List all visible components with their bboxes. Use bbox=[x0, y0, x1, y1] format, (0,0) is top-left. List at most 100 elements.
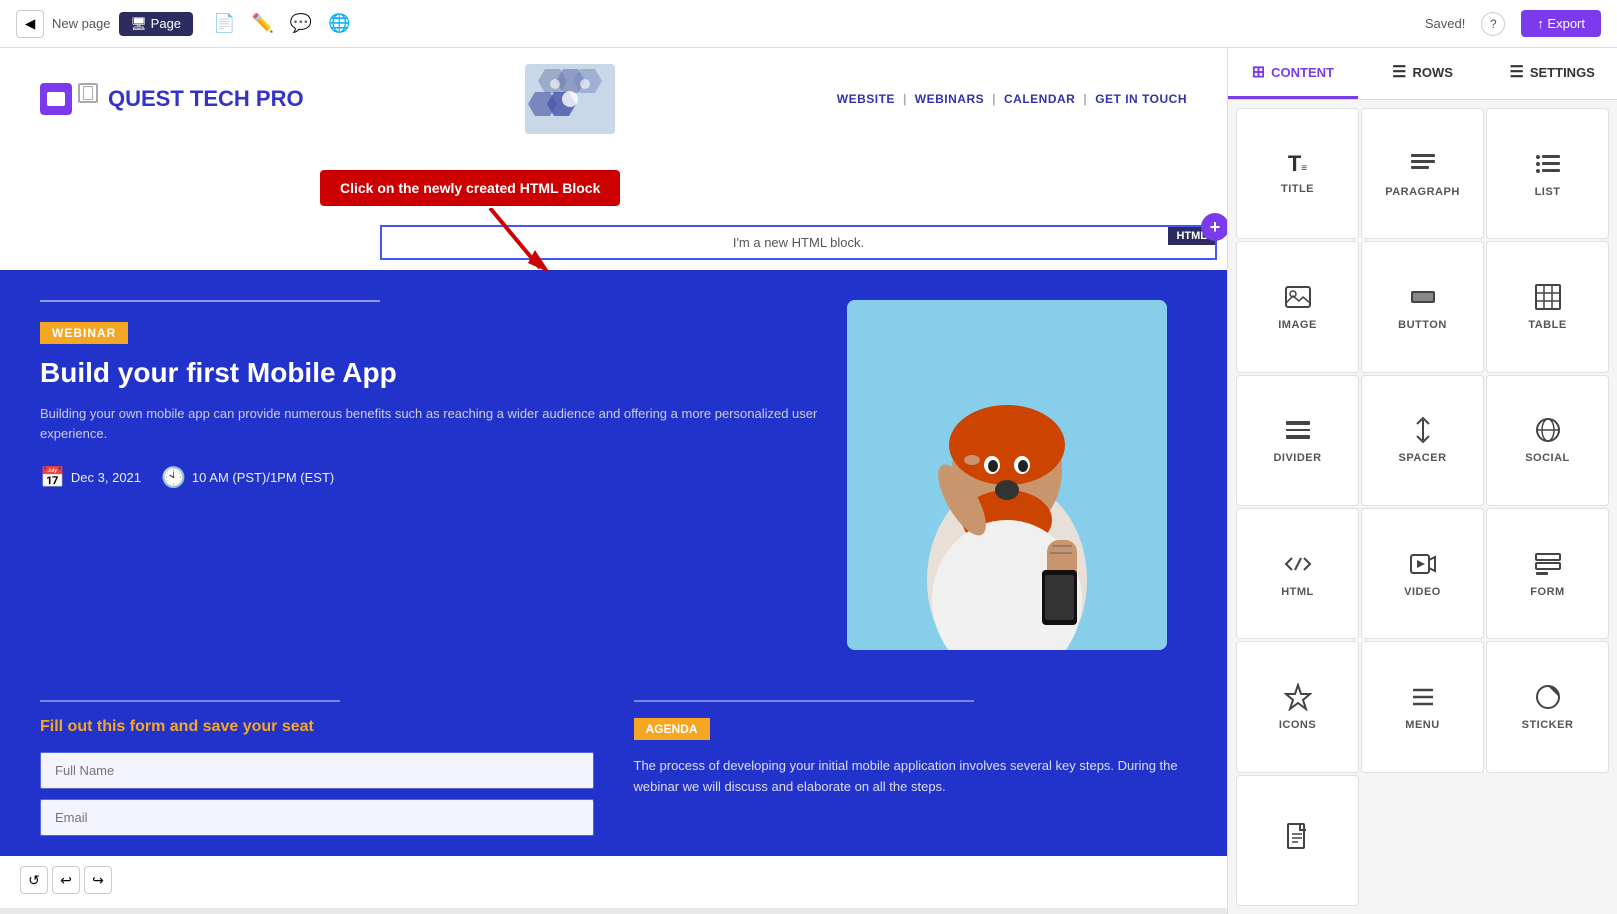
title-block-label: TITLE bbox=[1281, 183, 1314, 195]
tab-settings[interactable]: ☰ SETTINGS bbox=[1487, 48, 1617, 99]
sticker-block-label: STICKER bbox=[1522, 719, 1574, 731]
block-list[interactable]: LIST bbox=[1486, 108, 1609, 239]
block-page[interactable] bbox=[1236, 775, 1359, 906]
webinar-description: Building your own mobile app can provide… bbox=[40, 404, 827, 446]
toolbar-right: Saved! ? ↑ Export bbox=[1425, 10, 1601, 37]
chat-icon[interactable]: 💬 bbox=[290, 13, 312, 34]
image-block-icon bbox=[1284, 283, 1312, 311]
tab-rows[interactable]: ☰ ROWS bbox=[1358, 48, 1488, 99]
menu-block-label: MENU bbox=[1405, 719, 1439, 731]
block-button[interactable]: BUTTON bbox=[1361, 241, 1484, 372]
agenda-badge: AGENDA bbox=[634, 718, 710, 740]
nav-sep-1: | bbox=[903, 92, 907, 106]
agenda-text: The process of developing your initial m… bbox=[634, 756, 1188, 798]
block-icons[interactable]: ICONS bbox=[1236, 641, 1359, 772]
block-divider[interactable]: DIVIDER bbox=[1236, 375, 1359, 506]
page-name-label: New page bbox=[52, 16, 111, 31]
undo-button[interactable]: ↩ bbox=[52, 866, 80, 894]
nav-get-in-touch[interactable]: GET IN TOUCH bbox=[1095, 92, 1187, 106]
right-panel-tabs: ⊞ CONTENT ☰ ROWS ☰ SETTINGS bbox=[1228, 48, 1617, 100]
block-social[interactable]: SOCIAL bbox=[1486, 375, 1609, 506]
back-button[interactable]: ◀ bbox=[16, 10, 44, 38]
export-label: ↑ Export bbox=[1537, 16, 1585, 31]
nav-website[interactable]: WEBSITE bbox=[837, 92, 895, 106]
webinar-date: 📅 Dec 3, 2021 bbox=[40, 465, 141, 490]
tooltip-bubble: Click on the newly created HTML Block bbox=[320, 170, 620, 206]
webinar-time: 🕙 10 AM (PST)/1PM (EST) bbox=[161, 465, 334, 490]
page-block-icon bbox=[1284, 822, 1312, 850]
paragraph-block-label: PARAGRAPH bbox=[1385, 186, 1460, 198]
form-divider bbox=[40, 700, 340, 702]
rows-tab-label: ROWS bbox=[1412, 65, 1452, 80]
block-spacer[interactable]: SPACER bbox=[1361, 375, 1484, 506]
right-panel: ⊞ CONTENT ☰ ROWS ☰ SETTINGS T≡ TITLE bbox=[1227, 48, 1617, 914]
menu-block-icon bbox=[1409, 683, 1437, 711]
clock-icon: 🕙 bbox=[161, 465, 186, 490]
help-button[interactable]: ? bbox=[1481, 12, 1505, 36]
tab-content[interactable]: ⊞ CONTENT bbox=[1228, 48, 1358, 99]
block-table[interactable]: TABLE bbox=[1486, 241, 1609, 372]
preview-header: QUEST TECH PRO bbox=[0, 48, 1227, 150]
form-title: Fill out this form and save your seat bbox=[40, 718, 594, 736]
block-video[interactable]: VIDEO bbox=[1361, 508, 1484, 639]
rows-tab-icon: ☰ bbox=[1392, 62, 1406, 82]
webinar-title: Build your first Mobile App bbox=[40, 356, 827, 390]
image-block-label: IMAGE bbox=[1278, 319, 1317, 331]
form-section: Fill out this form and save your seat bbox=[40, 700, 594, 846]
form-block-icon bbox=[1534, 550, 1562, 578]
full-name-input[interactable] bbox=[40, 752, 594, 789]
nav-sep-3: | bbox=[1083, 92, 1087, 106]
person-image bbox=[847, 300, 1167, 650]
toolbar-icons: 📄 ✏️ 💬 🌐 bbox=[213, 13, 351, 34]
add-block-button[interactable]: + bbox=[1201, 213, 1227, 241]
social-block-label: SOCIAL bbox=[1525, 452, 1570, 464]
icons-block-label: ICONS bbox=[1279, 719, 1316, 731]
video-block-icon bbox=[1409, 550, 1437, 578]
globe-icon[interactable]: 🌐 bbox=[328, 13, 350, 34]
blocks-grid: T≡ TITLE PARAGRAPH bbox=[1228, 100, 1617, 914]
button-block-label: BUTTON bbox=[1398, 319, 1447, 331]
back-icon: ◀ bbox=[25, 16, 35, 32]
monitor-icon[interactable] bbox=[40, 83, 72, 115]
device-icons bbox=[40, 83, 98, 115]
block-image[interactable]: IMAGE bbox=[1236, 241, 1359, 372]
toolbar-left: ◀ New page 🖥 Page 📄 ✏️ 💬 🌐 bbox=[16, 10, 351, 38]
block-sticker[interactable]: STICKER bbox=[1486, 641, 1609, 772]
icons-block-icon bbox=[1284, 683, 1312, 711]
mobile-icon[interactable] bbox=[78, 83, 98, 103]
logo-area: QUEST TECH PRO bbox=[40, 83, 304, 115]
spacer-block-icon bbox=[1409, 416, 1437, 444]
export-button[interactable]: ↑ Export bbox=[1521, 10, 1601, 37]
saved-label: Saved! bbox=[1425, 16, 1465, 31]
redo-button[interactable]: ↪ bbox=[84, 866, 112, 894]
nav-webinars[interactable]: WEBINARS bbox=[915, 92, 984, 106]
brand-logo: QUEST TECH PRO bbox=[108, 86, 304, 112]
history-button[interactable]: ↺ bbox=[20, 866, 48, 894]
monitor-icon-inner bbox=[47, 92, 65, 106]
undo-redo-toolbar: ↺ ↩ ↪ bbox=[20, 866, 112, 894]
block-menu[interactable]: MENU bbox=[1361, 641, 1484, 772]
bottom-section: Fill out this form and save your seat AG… bbox=[0, 680, 1227, 856]
nav-calendar[interactable]: CALENDAR bbox=[1004, 92, 1075, 106]
block-paragraph[interactable]: PARAGRAPH bbox=[1361, 108, 1484, 239]
email-input[interactable] bbox=[40, 799, 594, 836]
page-type-button[interactable]: 🖥 Page bbox=[119, 12, 193, 36]
edit-icon[interactable]: ✏️ bbox=[251, 13, 273, 34]
block-title[interactable]: T≡ TITLE bbox=[1236, 108, 1359, 239]
tooltip-arrow bbox=[480, 208, 560, 278]
html-block-label: HTML bbox=[1281, 586, 1314, 598]
canvas-area[interactable]: QUEST TECH PRO bbox=[0, 48, 1227, 914]
table-block-label: TABLE bbox=[1528, 319, 1566, 331]
main-layout: QUEST TECH PRO bbox=[0, 48, 1617, 914]
nav-sep-2: | bbox=[992, 92, 996, 106]
list-block-icon bbox=[1534, 150, 1562, 178]
table-block-icon bbox=[1534, 283, 1562, 311]
block-form[interactable]: FORM bbox=[1486, 508, 1609, 639]
webinar-time-text: 10 AM (PST)/1PM (EST) bbox=[192, 470, 334, 485]
webinar-right bbox=[847, 300, 1187, 650]
block-html[interactable]: HTML bbox=[1236, 508, 1359, 639]
social-block-icon bbox=[1534, 416, 1562, 444]
document-icon[interactable]: 📄 bbox=[213, 13, 235, 34]
page-preview: QUEST TECH PRO bbox=[0, 48, 1227, 908]
content-tab-icon: ⊞ bbox=[1252, 62, 1265, 82]
